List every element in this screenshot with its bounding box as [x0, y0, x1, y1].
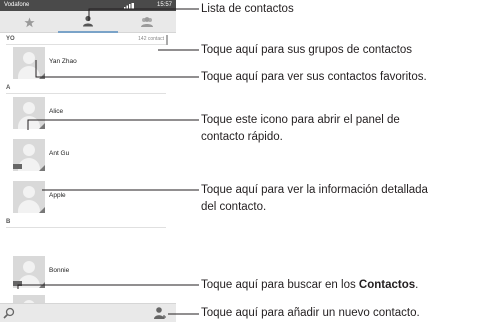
callout-line: del contacto.	[201, 201, 267, 213]
callout-bold-text: Contactos	[358, 279, 416, 291]
callout-quick-contact: Toque este icono para abrir el panel de …	[201, 112, 400, 146]
callout-search: Toque aquí para buscar en los Contactos.	[201, 277, 418, 294]
callout-line: contacto rápido.	[201, 131, 283, 143]
callout-contact-list: Lista de contactos	[201, 3, 294, 15]
callout-text: Toque aquí para buscar en los	[201, 279, 359, 291]
callout-line: Toque este icono para abrir el panel de	[201, 114, 400, 126]
callout-groups: Toque aquí para sus grupos de contactos	[201, 44, 412, 56]
callout-add-contact: Toque aquí para añadir un nuevo contacto…	[201, 307, 420, 319]
callout-contact-details: Toque aquí para ver la información detal…	[201, 182, 428, 216]
callout-line: Toque aquí para ver la información detal…	[201, 184, 428, 196]
callout-text: .	[415, 279, 419, 291]
callout-favorites: Toque aquí para ver sus contactos favori…	[201, 71, 427, 83]
